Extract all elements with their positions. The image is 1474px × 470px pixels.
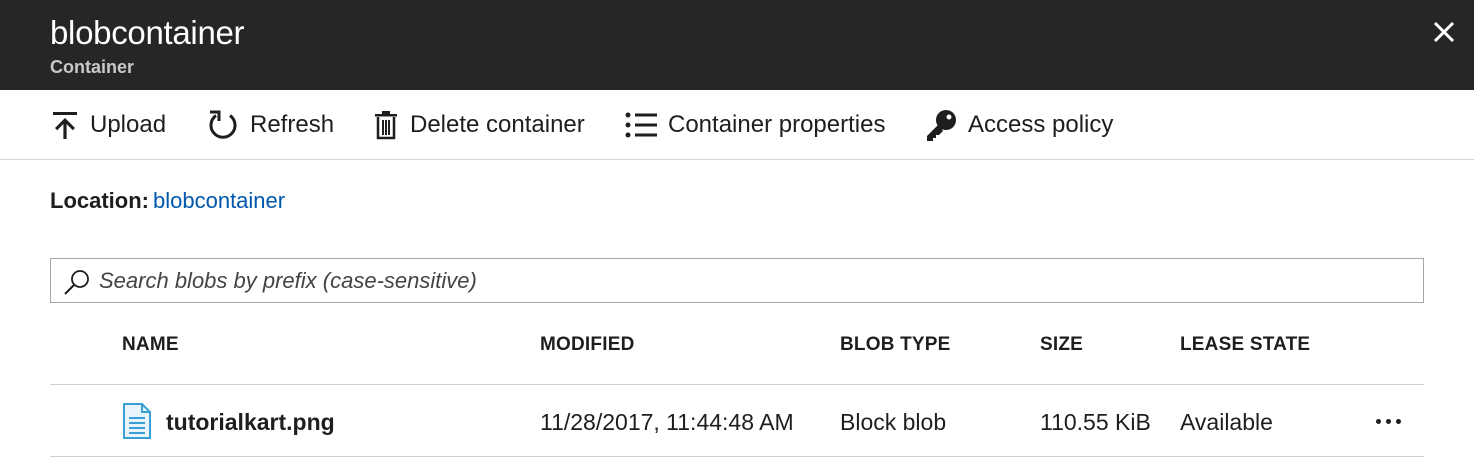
column-header-modified[interactable]: MODIFIED [540, 334, 635, 356]
column-header-blob-type[interactable]: BLOB TYPE [840, 334, 951, 356]
refresh-label: Refresh [250, 111, 335, 138]
column-header-size[interactable]: SIZE [1040, 334, 1083, 356]
column-header-name[interactable]: NAME [122, 334, 179, 356]
refresh-button[interactable]: Refresh [206, 90, 334, 160]
location-breadcrumb: Location: blobcontainer [50, 188, 285, 214]
blob-type: Block blob [840, 409, 947, 435]
container-properties-button[interactable]: Container properties [624, 90, 885, 160]
upload-label: Upload [90, 111, 167, 138]
table-header-divider [50, 384, 1424, 385]
key-icon [927, 110, 956, 141]
blob-modified: 11/28/2017, 11:44:48 AM [540, 409, 794, 435]
delete-container-button[interactable]: Delete container [372, 90, 585, 160]
upload-icon [53, 112, 77, 139]
trash-icon [375, 111, 397, 140]
file-icon [123, 403, 151, 439]
close-icon [1433, 21, 1455, 43]
blade-subtitle: Container [50, 57, 135, 77]
location-label: Location: [50, 188, 149, 213]
table-row[interactable]: tutorialkart.png 11/28/2017, 11:44:48 AM… [50, 386, 1424, 456]
list-icon [625, 112, 657, 138]
search-box [50, 258, 1424, 303]
container-properties-label: Container properties [668, 111, 886, 138]
blob-lease-state: Available [1180, 409, 1273, 435]
blob-name[interactable]: tutorialkart.png [166, 409, 335, 436]
blade-title: blobcontainer [50, 14, 245, 51]
search-input[interactable] [99, 259, 1409, 302]
ellipsis-icon [1375, 418, 1381, 424]
access-policy-label: Access policy [968, 111, 1114, 138]
blob-size: 110.55 KiB [1040, 409, 1151, 435]
search-icon [64, 270, 89, 295]
refresh-icon [209, 110, 237, 139]
access-policy-button[interactable]: Access policy [924, 90, 1113, 160]
upload-button[interactable]: Upload [50, 90, 166, 160]
column-header-lease-state[interactable]: LEASE STATE [1180, 334, 1310, 356]
location-link[interactable]: blobcontainer [153, 188, 285, 213]
command-bar: Upload Refresh Delete container Containe… [0, 90, 1474, 160]
delete-container-label: Delete container [410, 111, 585, 138]
close-button[interactable] [1426, 14, 1462, 50]
more-actions-button[interactable] [1368, 406, 1408, 436]
table-row-divider [50, 456, 1424, 457]
blade-header: blobcontainer Container [0, 0, 1474, 90]
